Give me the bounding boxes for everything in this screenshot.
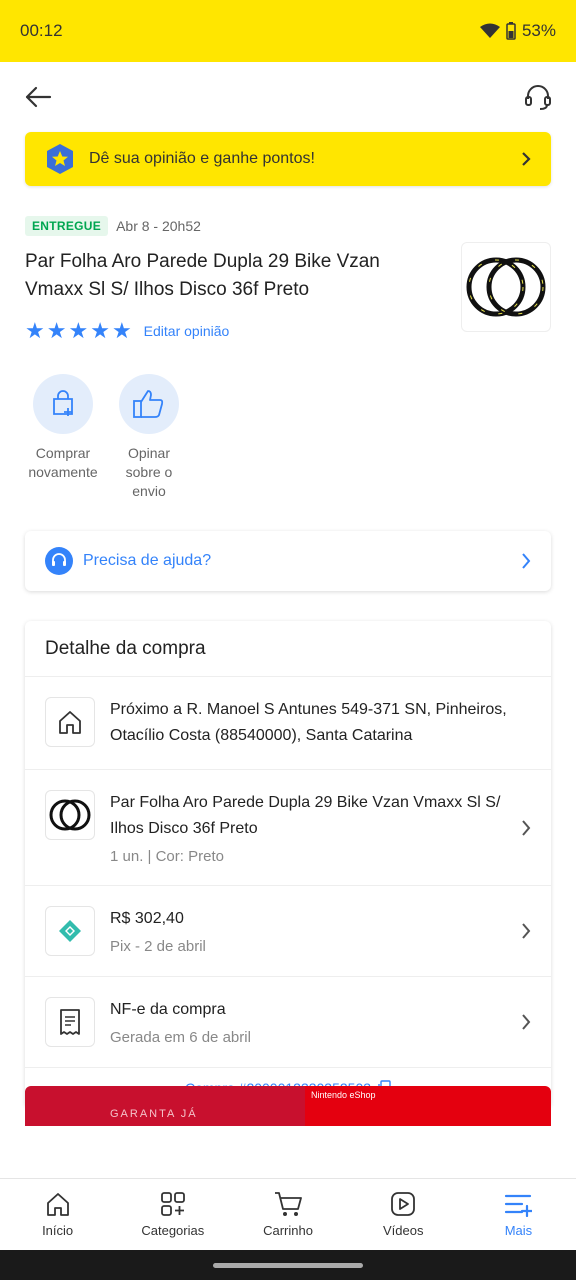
status-time: 00:12 bbox=[20, 21, 63, 40]
tab-videos[interactable]: Vídeos bbox=[346, 1179, 461, 1250]
tab-cart-label: Carrinho bbox=[263, 1223, 313, 1238]
edit-opinion-link[interactable]: Editar opinião bbox=[144, 323, 230, 339]
menu-plus-icon bbox=[505, 1194, 533, 1217]
cart-icon bbox=[275, 1192, 302, 1216]
headset-icon bbox=[525, 85, 551, 110]
battery-level: 53% bbox=[521, 21, 556, 40]
address-text: Próximo a R. Manoel S Antunes 549-371 SN… bbox=[110, 701, 507, 744]
arrow-left-icon bbox=[25, 86, 52, 108]
payment-price: R$ 302,40 bbox=[110, 910, 184, 927]
support-button[interactable] bbox=[522, 81, 554, 113]
opinion-banner[interactable]: Dê sua opinião e ganhe pontos! bbox=[25, 132, 551, 186]
invoice-title: NF-e da compra bbox=[110, 1001, 226, 1018]
promo-right-text: Nintendo eShop bbox=[305, 1086, 551, 1126]
promo-banner[interactable]: GARANTA JÁ Nintendo eShop bbox=[25, 1086, 551, 1126]
tab-cart[interactable]: Carrinho bbox=[230, 1179, 345, 1250]
bottom-tab-bar: Início Categorias Carrinho Vídeos Mais bbox=[0, 1178, 576, 1250]
order-status-row: ENTREGUE Abr 8 - 20h52 bbox=[25, 216, 551, 236]
quick-actions: Comprar novamente Opinar sobre o envio bbox=[25, 374, 551, 501]
home-icon bbox=[59, 711, 81, 734]
rate-shipping-label: Opinar sobre o envio bbox=[125, 445, 173, 499]
chevron-right-icon bbox=[522, 819, 531, 836]
order-page: Dê sua opinião e ganhe pontos! ENTREGUE … bbox=[0, 62, 576, 1178]
status-badge: ENTREGUE bbox=[25, 216, 109, 236]
thumbs-up-icon bbox=[133, 390, 164, 418]
home-gesture-bar[interactable] bbox=[213, 1262, 363, 1268]
status-bar: 00:12 53% bbox=[0, 0, 576, 62]
invoice-row[interactable]: NF-e da compra Gerada em 6 de abril bbox=[25, 977, 551, 1068]
invoice-sub: Gerada em 6 de abril bbox=[110, 1029, 251, 1046]
rims-thumbnail-icon bbox=[49, 799, 91, 831]
detail-product-title: Par Folha Aro Parede Dupla 29 Bike Vzan … bbox=[110, 794, 501, 837]
system-nav-bar bbox=[0, 1250, 576, 1280]
star-icon: ★ bbox=[25, 318, 45, 343]
promo-left-text: GARANTA JÁ bbox=[25, 1086, 305, 1126]
product-thumbnail[interactable] bbox=[461, 242, 551, 332]
tab-home[interactable]: Início bbox=[0, 1179, 115, 1250]
buy-again-label: Comprar novamente bbox=[28, 445, 98, 480]
chevron-right-icon bbox=[522, 923, 531, 939]
purchase-detail-title: Detalhe da compra bbox=[25, 621, 551, 677]
tab-more[interactable]: Mais bbox=[461, 1179, 576, 1250]
tab-home-label: Início bbox=[42, 1223, 74, 1238]
back-button[interactable] bbox=[22, 81, 54, 113]
categories-icon bbox=[160, 1192, 185, 1216]
buy-again-button[interactable]: Comprar novamente bbox=[25, 374, 101, 501]
home-icon bbox=[46, 1193, 69, 1216]
opinion-banner-text: Dê sua opinião e ganhe pontos! bbox=[89, 150, 315, 167]
tab-more-label: Mais bbox=[504, 1223, 533, 1238]
video-play-icon bbox=[391, 1192, 416, 1216]
receipt-icon bbox=[60, 1009, 80, 1035]
help-card[interactable]: Precisa de ajuda? bbox=[25, 531, 551, 591]
battery-icon bbox=[506, 22, 516, 40]
bag-plus-icon bbox=[53, 390, 73, 416]
product-row[interactable]: Par Folha Aro Parede Dupla 29 Bike Vzan … bbox=[25, 770, 551, 886]
top-bar bbox=[0, 62, 576, 132]
star-icon: ★ bbox=[90, 318, 110, 343]
order-date: Abr 8 - 20h52 bbox=[116, 218, 201, 234]
tab-categories[interactable]: Categorias bbox=[115, 1179, 230, 1250]
wifi-icon bbox=[479, 23, 500, 38]
star-icon: ★ bbox=[111, 318, 132, 343]
pix-icon bbox=[59, 920, 81, 942]
purchase-detail-card: Detalhe da compra Próximo a R. Manoel S … bbox=[25, 621, 551, 1108]
chevron-right-icon bbox=[522, 553, 531, 569]
rims-image bbox=[466, 257, 546, 317]
address-row: Próximo a R. Manoel S Antunes 549-371 SN… bbox=[25, 677, 551, 770]
chevron-right-icon bbox=[522, 1014, 531, 1030]
rate-shipping-button[interactable]: Opinar sobre o envio bbox=[111, 374, 187, 501]
help-text: Precisa de ajuda? bbox=[83, 552, 212, 569]
tab-videos-label: Vídeos bbox=[382, 1223, 424, 1238]
payment-method: Pix - 2 de abril bbox=[110, 938, 206, 955]
star-icon: ★ bbox=[46, 318, 67, 343]
reward-star-icon bbox=[47, 144, 73, 174]
help-headset-icon bbox=[45, 547, 73, 575]
detail-product-sub: 1 un. | Cor: Preto bbox=[110, 848, 224, 865]
tab-categories-label: Categorias bbox=[141, 1223, 205, 1238]
payment-row[interactable]: R$ 302,40 Pix - 2 de abril bbox=[25, 886, 551, 977]
chevron-right-icon bbox=[522, 152, 531, 166]
star-icon: ★ bbox=[68, 318, 89, 343]
